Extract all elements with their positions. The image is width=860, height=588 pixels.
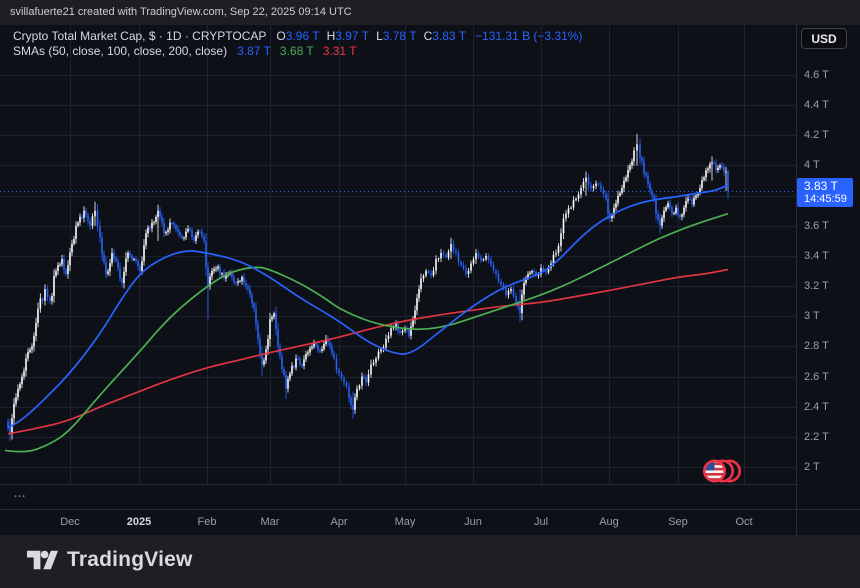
ohlc-pair: C3.83 T [424,29,466,43]
sma-values: 3.87 T 3.68 T 3.31 T [237,44,365,59]
ohlc-pair: H3.97 T [327,29,369,43]
price-tick-label: 2.2 T [804,431,829,443]
price-tick-label: 3 T [804,310,820,322]
sma-study-title: SMAs (50, close, 100, close, 200, close) [13,44,227,59]
time-tick-label: 2025 [127,510,151,535]
time-tick-label: Oct [735,510,752,535]
price-tick-label: 2.8 T [804,340,829,352]
time-tick-label: Mar [261,510,280,535]
cryptocap-logo-icon [701,453,743,494]
currency-toggle-button[interactable]: USD [801,28,847,49]
price-tick-label: 2.4 T [804,401,829,413]
time-tick-label: Aug [599,510,619,535]
footer: TradingView [0,535,860,588]
price-tick-label: 4.4 T [804,99,829,111]
time-tick-label: Apr [330,510,347,535]
symbol-legend-row: Crypto Total Market Cap, $ · 1D · CRYPTO… [13,29,582,44]
time-tick-label: Jul [534,510,548,535]
caption-text: svillafuerte21 created with TradingView.… [10,6,352,18]
ohlc-pair: O3.96 T [276,29,319,43]
price-tick-label: 3.6 T [804,220,829,232]
change-value: −131.31 B (−3.31%) [475,29,582,44]
sma-value: 3.87 T [237,44,271,58]
last-price-badge: 3.83 T 14:45:59 [797,178,853,207]
caption-bar: svillafuerte21 created with TradingView.… [0,0,860,25]
chart-shell: Crypto Total Market Cap, $ · 1D · CRYPTO… [0,25,860,535]
time-tick-label: Feb [198,510,217,535]
sma-legend-row: SMAs (50, close, 100, close, 200, close)… [13,44,582,59]
time-tick-label: Sep [668,510,688,535]
legend: Crypto Total Market Cap, $ · 1D · CRYPTO… [13,29,582,59]
price-tick-label: 2.6 T [804,371,829,383]
time-axis[interactable]: Dec 2025 Feb Mar Apr May Jun Jul Aug Sep Oct [0,509,860,535]
price-tick-label: 3.4 T [804,250,829,262]
ohlc-pair: L3.78 T [376,29,417,43]
time-tick-label: Dec [60,510,80,535]
chart-surface[interactable] [0,25,796,509]
price-tick-label: 4.2 T [804,129,829,141]
bar-countdown: 14:45:59 [804,193,853,206]
tradingview-mark-icon [27,548,58,572]
tradingview-logo[interactable]: TradingView [27,548,193,572]
sma-value: 3.31 T [323,44,357,58]
time-tick-label: Jun [464,510,482,535]
brand-name: TradingView [67,548,193,572]
ohlc-values: O3.96 T H3.97 T L3.78 T C3.83 T [276,29,473,44]
time-tick-label: May [395,510,416,535]
sma-value: 3.68 T [280,44,314,58]
price-tick-label: 2 T [804,461,820,473]
price-tick-label: 3.2 T [804,280,829,292]
price-tick-label: 4.6 T [804,69,829,81]
symbol-title: Crypto Total Market Cap, $ · 1D · CRYPTO… [13,29,266,44]
price-tick-label: 4 T [804,159,820,171]
pane-more-button[interactable]: ... [14,489,26,499]
last-price-value: 3.83 T [804,179,853,193]
price-axis[interactable]: USD 3.83 T 14:45:59 4.6 T 4.4 T 4.2 T 4 T 3.… [796,25,860,535]
